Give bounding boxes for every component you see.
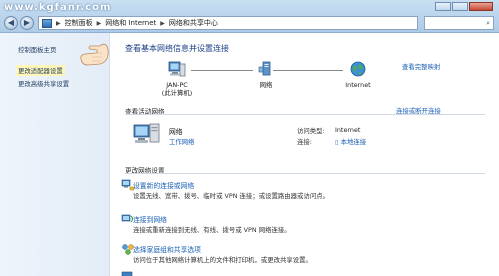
access-type-value: Internet	[335, 126, 361, 134]
nav-buttons: ◀ ▶	[4, 16, 34, 30]
work-network-icon	[133, 123, 160, 143]
network-adapter-icon: ▯	[335, 138, 339, 146]
search-input[interactable]: ⌕	[424, 16, 494, 30]
task-setup-connection-link[interactable]: 设置新的连接或网络	[133, 180, 194, 190]
main-content: 查看基本网络信息并设置连接 查看完整映射 JAN-PC (此计算机) 网络 In…	[111, 33, 499, 276]
chevron-right-icon: ▶	[96, 19, 102, 27]
task-connect-network-link[interactable]: 连接到网络	[133, 214, 167, 224]
network-icon	[258, 61, 271, 76]
connections-label: 连接:	[297, 138, 312, 146]
close-button[interactable]	[469, 2, 493, 11]
title-bar: www.kgfanr.com ◀ ▶ ▶ 控制面板 ▶ 网络和 Internet…	[0, 0, 499, 33]
watermark: www.kgfanr.com	[4, 2, 112, 13]
left-pane: 控制面板主页 更改适配器设置 更改高级共享设置	[0, 33, 110, 276]
page-title: 查看基本网络信息并设置连接	[125, 44, 229, 53]
network-type-link[interactable]: 工作网络	[169, 137, 195, 146]
internet-label: Internet	[345, 81, 371, 89]
view-full-map-link[interactable]: 查看完整映射	[402, 62, 440, 71]
task-homegroup-link[interactable]: 选择家庭组和共享选项	[133, 244, 201, 254]
access-type-label: 访问类型:	[297, 127, 325, 135]
computer-name: JAN-PC	[166, 81, 188, 89]
pointing-hand-icon	[80, 43, 109, 66]
chevron-right-icon: ▶	[160, 19, 165, 27]
task-connect-network-desc: 连接或重新连接到无线、有线、拨号或 VPN 网络连接。	[133, 226, 291, 234]
network-name: 网络	[169, 128, 183, 136]
globe-icon	[350, 61, 366, 77]
change-adapter-settings-link[interactable]: 更改适配器设置	[16, 65, 65, 76]
troubleshoot-icon	[121, 271, 133, 276]
connector-line	[273, 70, 343, 71]
breadcrumb-control-panel[interactable]: 控制面板	[65, 18, 93, 28]
map-internet[interactable]: Internet	[338, 61, 378, 89]
control-panel-icon	[42, 18, 52, 28]
minimize-button[interactable]	[435, 2, 451, 11]
chevron-right-icon: ▶	[56, 19, 61, 27]
network-label: 网络	[259, 81, 273, 89]
search-icon: ⌕	[486, 19, 490, 27]
breadcrumb-network-internet[interactable]: 网络和 Internet	[105, 18, 156, 28]
divider	[125, 114, 485, 115]
task-homegroup-desc: 访问位于其他网络计算机上的文件和打印机，或更改共享设置。	[133, 256, 312, 264]
map-computer[interactable]: JAN-PC (此计算机)	[157, 61, 197, 97]
computer-sub: (此计算机)	[161, 89, 193, 97]
address-bar[interactable]: ▶ 控制面板 ▶ 网络和 Internet ▶ 网络和共享中心	[38, 16, 418, 30]
local-connection-link[interactable]: ▯ 本地连接	[335, 137, 366, 146]
window-controls	[435, 2, 493, 11]
task-setup-connection-desc: 设置无线、宽带、拨号、临时或 VPN 连接；或设置路由器或访问点。	[133, 192, 330, 200]
forward-arrow-icon[interactable]: ▶	[20, 16, 34, 30]
maximize-button[interactable]	[452, 2, 468, 11]
computer-icon	[168, 61, 186, 77]
local-connection-label: 本地连接	[340, 138, 367, 146]
connector-line	[191, 70, 253, 71]
breadcrumb-network-sharing-center[interactable]: 网络和共享中心	[169, 18, 218, 28]
advanced-sharing-settings-link[interactable]: 更改高级共享设置	[18, 79, 69, 88]
back-arrow-icon[interactable]: ◀	[4, 16, 18, 30]
divider	[125, 173, 485, 174]
control-panel-home-link[interactable]: 控制面板主页	[18, 45, 56, 54]
map-network[interactable]: 网络	[251, 61, 281, 89]
